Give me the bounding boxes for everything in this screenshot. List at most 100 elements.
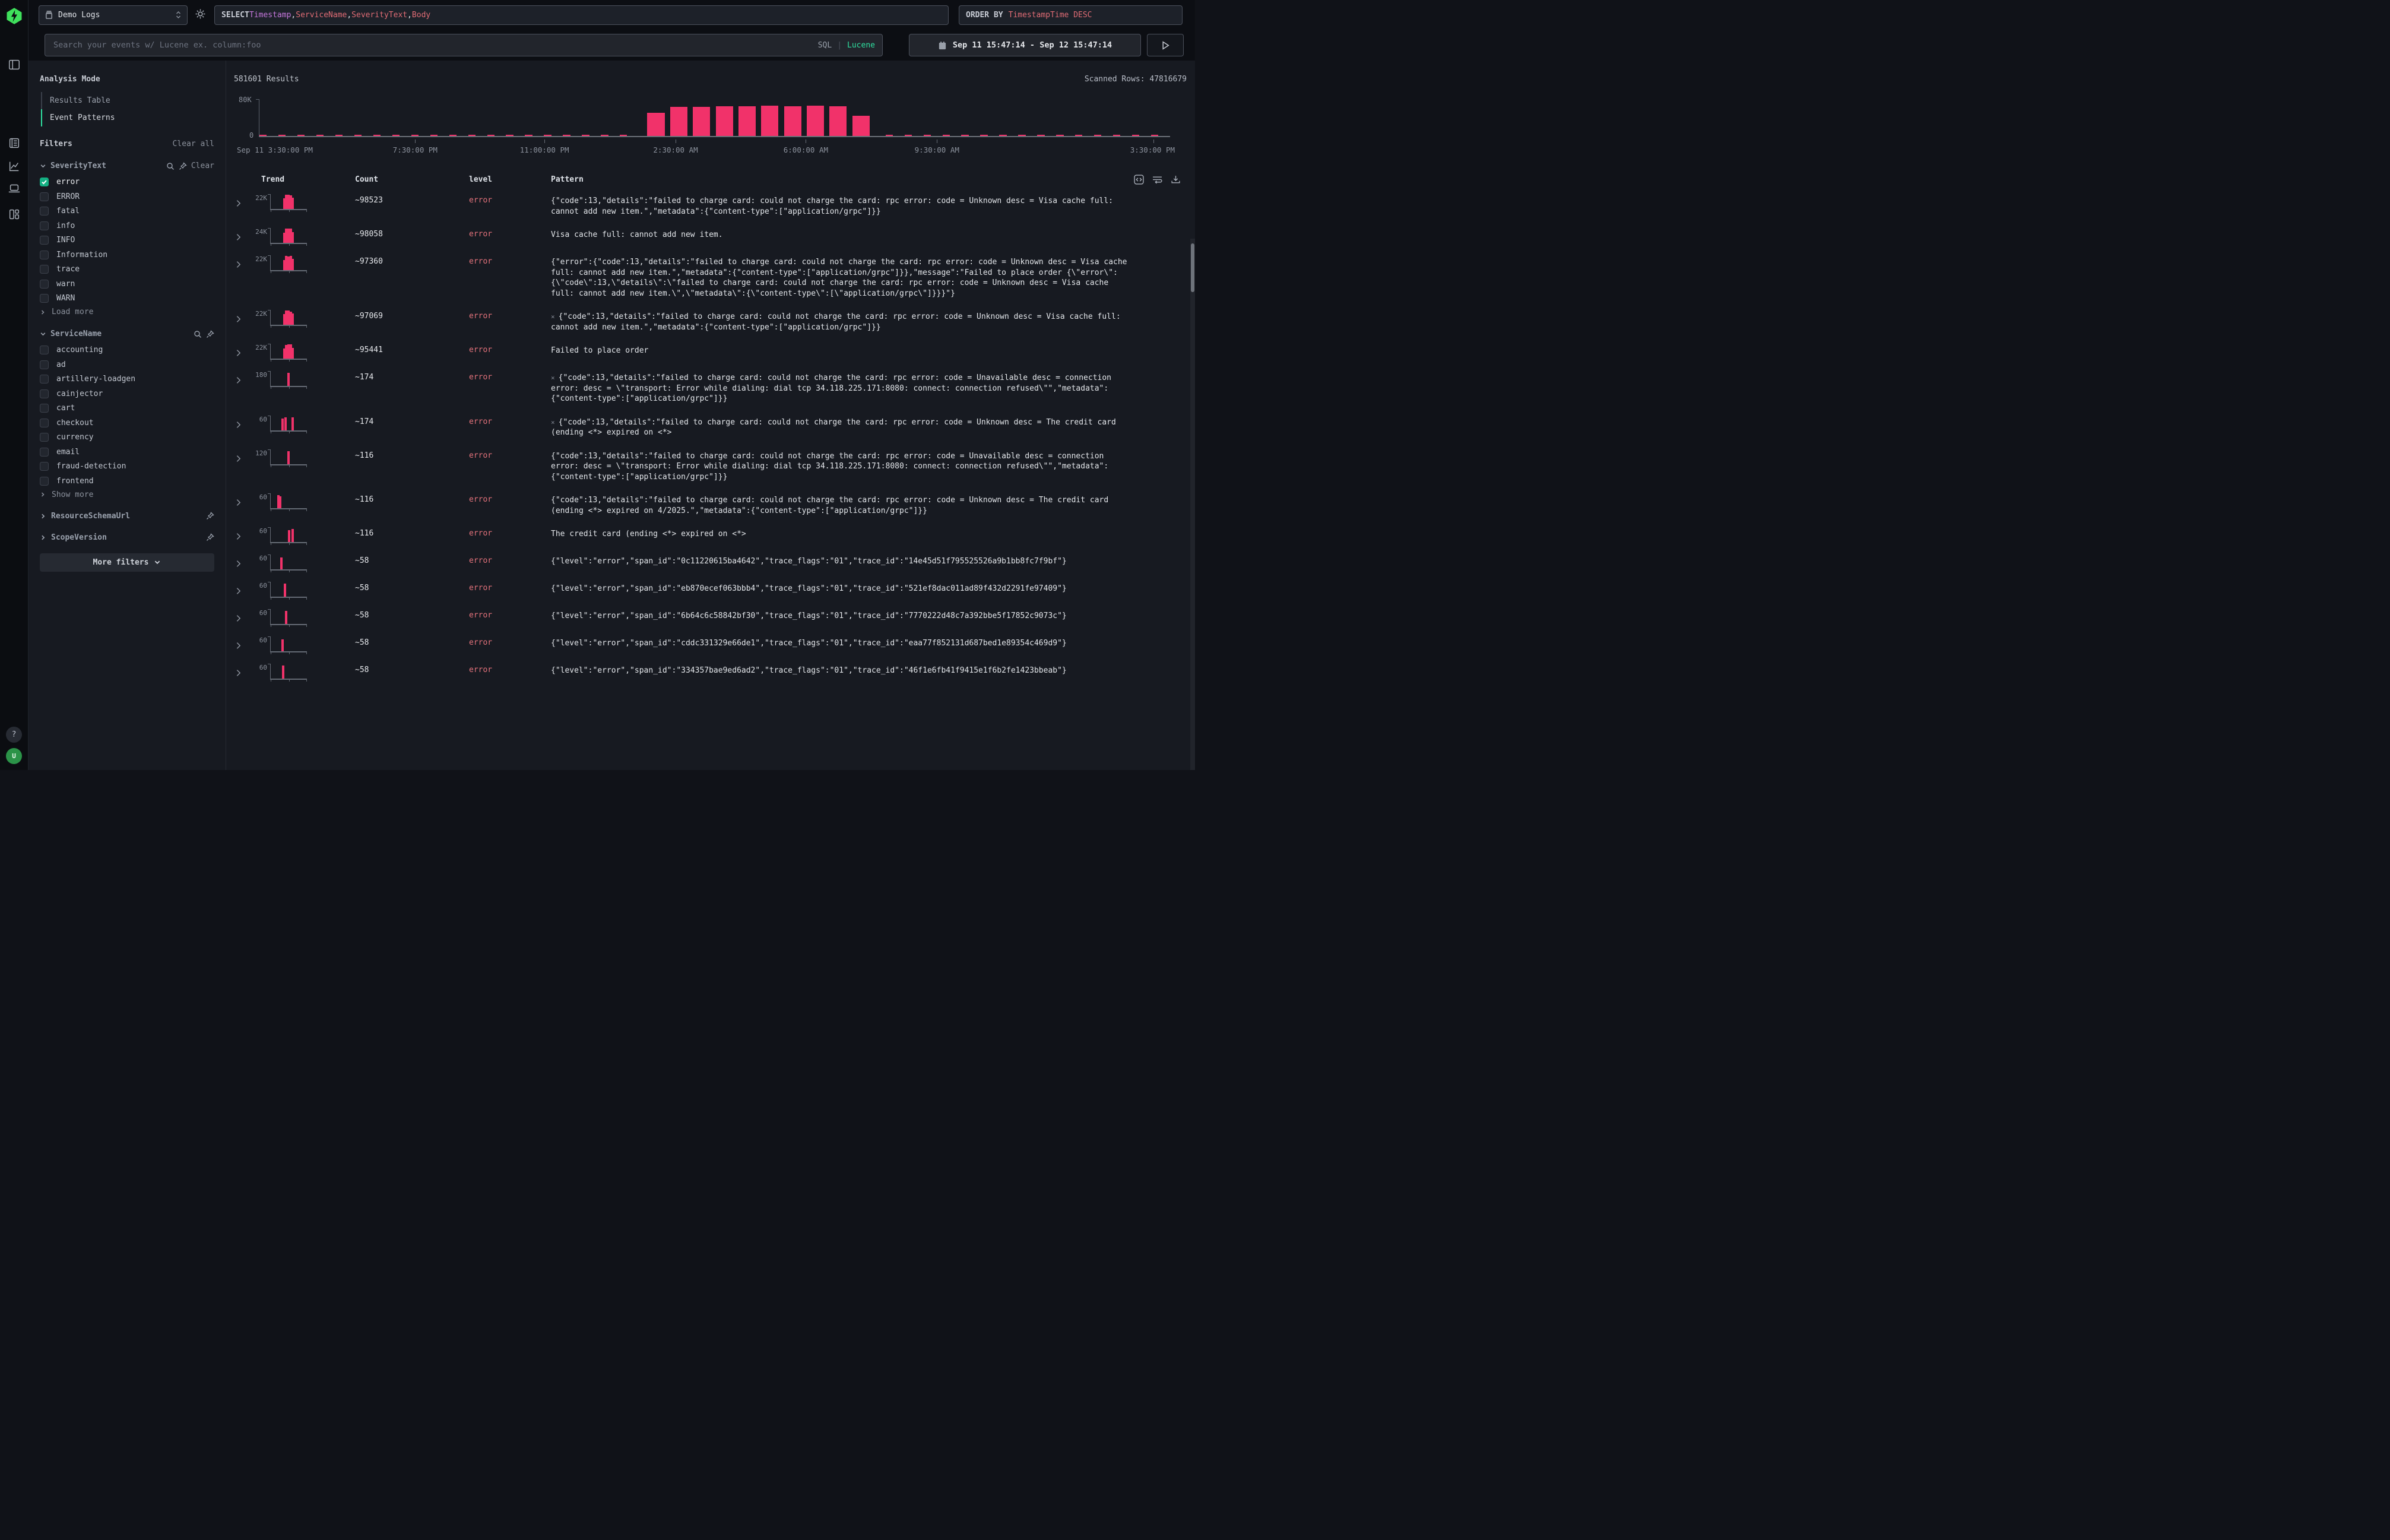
table-row[interactable]: 22K~95441errorFailed to place order <box>234 337 1187 365</box>
scrollbar-thumb[interactable] <box>1191 243 1194 292</box>
expand-row-button[interactable] <box>234 192 247 210</box>
table-row[interactable]: 60~116error{"code":13,"details":"failed … <box>234 487 1187 521</box>
table-row[interactable]: 60~174error×{"code":13,"details":"failed… <box>234 409 1187 443</box>
table-row[interactable]: 60~116errorThe credit card (ending <*> e… <box>234 521 1187 548</box>
dashboards-icon[interactable] <box>8 208 21 221</box>
severity-option[interactable]: warn <box>40 280 214 289</box>
search-logs-icon[interactable] <box>8 137 21 150</box>
checkbox[interactable] <box>40 236 49 245</box>
service-option[interactable]: cainjector <box>40 389 214 398</box>
table-row[interactable]: 60~58error{"level":"error","span_id":"0c… <box>234 548 1187 575</box>
time-range-picker[interactable]: Sep 11 15:47:14 - Sep 12 15:47:14 <box>909 34 1141 56</box>
run-query-button[interactable] <box>1147 34 1184 56</box>
service-option[interactable]: artillery-loadgen <box>40 375 214 384</box>
severity-option[interactable]: fatal <box>40 207 214 216</box>
table-row[interactable]: 180~174error×{"code":13,"details":"faile… <box>234 365 1187 409</box>
user-avatar[interactable]: U <box>6 748 22 764</box>
pin-icon[interactable] <box>206 330 214 338</box>
checkbox[interactable] <box>40 389 49 398</box>
search-icon[interactable] <box>166 162 175 170</box>
pin-icon[interactable] <box>206 512 214 520</box>
pin-icon[interactable] <box>179 162 187 170</box>
sidebar-toggle-icon[interactable] <box>8 58 21 71</box>
service-option[interactable]: cart <box>40 404 214 413</box>
checkbox[interactable] <box>40 280 49 289</box>
expand-row-button[interactable] <box>234 254 247 271</box>
severity-section-header[interactable]: SeverityText Clear <box>40 161 214 170</box>
order-by-input[interactable]: ORDER BY TimestampTime DESC <box>959 5 1183 25</box>
dismiss-x-mark[interactable]: × <box>551 313 555 321</box>
help-button[interactable]: ? <box>6 727 22 743</box>
expand-row-button[interactable] <box>234 226 247 243</box>
mode-sql[interactable]: SQL <box>818 41 832 50</box>
checkbox[interactable] <box>40 251 49 259</box>
expand-row-button[interactable] <box>234 492 247 509</box>
severity-option[interactable]: ERROR <box>40 192 214 201</box>
severity-option[interactable]: info <box>40 221 214 230</box>
checkbox[interactable] <box>40 419 49 427</box>
checkbox[interactable] <box>40 375 49 384</box>
expand-row-button[interactable] <box>234 308 247 325</box>
checkbox[interactable] <box>40 221 49 230</box>
code-view-icon[interactable] <box>1134 175 1144 185</box>
expand-row-button[interactable] <box>234 414 247 431</box>
expand-row-button[interactable] <box>234 662 247 679</box>
search-input[interactable] <box>52 40 818 50</box>
checkbox[interactable] <box>40 192 49 201</box>
severity-load-more[interactable]: Load more <box>40 308 214 316</box>
select-query-input[interactable]: SELECT Timestamp, ServiceName, SeverityT… <box>214 5 949 25</box>
checkbox[interactable] <box>40 360 49 369</box>
expand-row-button[interactable] <box>234 580 247 597</box>
wrap-lines-icon[interactable] <box>1152 175 1162 185</box>
table-row[interactable]: 24K~98058errorVisa cache full: cannot ad… <box>234 221 1187 249</box>
checkbox[interactable] <box>40 265 49 274</box>
table-row[interactable]: 22K~97069error×{"code":13,"details":"fai… <box>234 303 1187 337</box>
app-logo[interactable] <box>5 7 23 25</box>
download-icon[interactable] <box>1171 175 1181 185</box>
table-row[interactable]: 22K~97360error{"error":{"code":13,"detai… <box>234 249 1187 303</box>
clear-all-link[interactable]: Clear all <box>173 140 214 148</box>
expand-row-button[interactable] <box>234 342 247 359</box>
checkbox[interactable] <box>40 294 49 303</box>
scope-version-section[interactable]: ScopeVersion <box>40 533 214 542</box>
table-row[interactable]: 22K~98523error{"code":13,"details":"fail… <box>234 188 1187 221</box>
service-option[interactable]: fraud-detection <box>40 462 214 471</box>
resource-schema-url-section[interactable]: ResourceSchemaUrl <box>40 512 214 521</box>
severity-option[interactable]: error <box>40 178 214 186</box>
table-row[interactable]: 120~116error{"code":13,"details":"failed… <box>234 443 1187 487</box>
expand-row-button[interactable] <box>234 607 247 625</box>
checkbox[interactable] <box>40 178 49 186</box>
dismiss-x-mark[interactable]: × <box>551 419 555 426</box>
checkbox[interactable] <box>40 448 49 457</box>
analysis-mode-item[interactable]: Results Table <box>41 92 214 109</box>
service-option[interactable]: currency <box>40 433 214 442</box>
checkbox[interactable] <box>40 433 49 442</box>
severity-option[interactable]: WARN <box>40 294 214 303</box>
service-section-header[interactable]: ServiceName <box>40 329 214 338</box>
chart-explorer-icon[interactable] <box>8 160 21 173</box>
checkbox[interactable] <box>40 477 49 486</box>
severity-option[interactable]: trace <box>40 265 214 274</box>
search-icon[interactable] <box>194 330 202 338</box>
sessions-icon[interactable] <box>8 182 21 195</box>
checkbox[interactable] <box>40 404 49 413</box>
expand-row-button[interactable] <box>234 553 247 570</box>
table-row[interactable]: 60~58error{"level":"error","span_id":"cd… <box>234 630 1187 657</box>
source-select[interactable]: Demo Logs <box>39 5 188 25</box>
checkbox[interactable] <box>40 462 49 471</box>
service-show-more[interactable]: Show more <box>40 490 214 499</box>
service-option[interactable]: ad <box>40 360 214 369</box>
more-filters-button[interactable]: More filters <box>40 553 214 572</box>
table-row[interactable]: 60~58error{"level":"error","span_id":"eb… <box>234 575 1187 603</box>
expand-row-button[interactable] <box>234 635 247 652</box>
service-option[interactable]: checkout <box>40 419 214 427</box>
service-option[interactable]: email <box>40 448 214 457</box>
service-option[interactable]: frontend <box>40 477 214 486</box>
checkbox[interactable] <box>40 346 49 354</box>
severity-option[interactable]: Information <box>40 251 214 259</box>
mode-lucene[interactable]: Lucene <box>847 41 875 50</box>
checkbox[interactable] <box>40 207 49 216</box>
expand-row-button[interactable] <box>234 525 247 543</box>
table-row[interactable]: 60~58error{"level":"error","span_id":"33… <box>234 657 1187 685</box>
service-option[interactable]: accounting <box>40 346 214 354</box>
